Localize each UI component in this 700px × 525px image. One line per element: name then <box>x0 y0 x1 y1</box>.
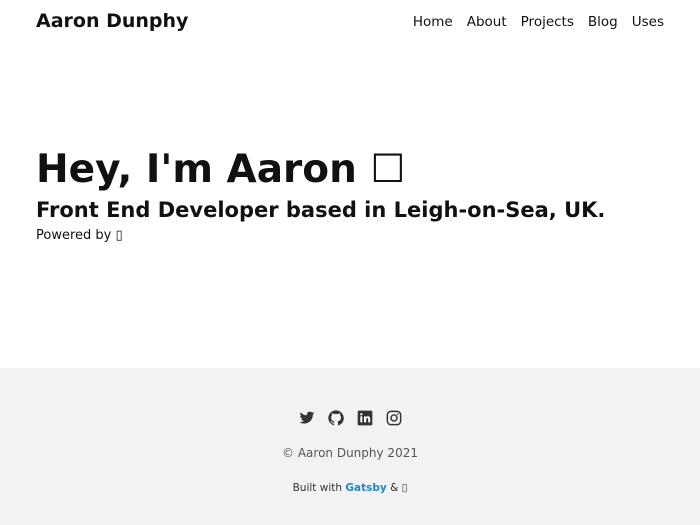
hero-subtitle: Front End Developer based in Leigh-on-Se… <box>36 198 606 222</box>
site-title-link[interactable]: Aaron Dunphy <box>36 10 188 32</box>
built-with-text: Built with Gatsby & ▯ <box>0 482 700 494</box>
hero-title: Hey, I'm Aaron ☐ <box>36 146 676 194</box>
powered-by-label: Powered by <box>36 228 112 243</box>
main-nav: Home About Projects Blog Uses <box>413 14 664 30</box>
nav-blog-link[interactable]: Blog <box>588 14 618 30</box>
heart-emoji-icon: ▯ <box>401 482 408 494</box>
built-with-prefix: Built with <box>292 482 343 494</box>
nav-home-link[interactable]: Home <box>413 14 453 30</box>
hero-section: Hey, I'm Aaron ☐ Front End Developer bas… <box>36 146 676 244</box>
github-icon[interactable] <box>327 410 344 426</box>
gatsby-link[interactable]: Gatsby <box>345 482 386 494</box>
site-header: Aaron Dunphy Home About Projects Blog Us… <box>0 0 700 46</box>
twitter-icon[interactable] <box>299 410 315 426</box>
wave-emoji-icon: ☐ <box>370 147 406 192</box>
hero-title-text: Hey, I'm Aaron <box>36 147 357 192</box>
built-with-amp: & <box>390 482 399 494</box>
social-links <box>0 410 700 426</box>
linkedin-icon[interactable] <box>357 410 373 426</box>
nav-uses-link[interactable]: Uses <box>632 14 664 30</box>
nav-projects-link[interactable]: Projects <box>521 14 574 30</box>
coffee-emoji-icon: ▯ <box>115 228 123 243</box>
powered-by-text: Powered by ▯ <box>36 228 676 244</box>
site-footer: © Aaron Dunphy 2021 Built with Gatsby & … <box>0 368 700 525</box>
nav-about-link[interactable]: About <box>467 14 507 30</box>
copyright-text: © Aaron Dunphy 2021 <box>282 446 418 460</box>
instagram-icon[interactable] <box>386 410 402 426</box>
